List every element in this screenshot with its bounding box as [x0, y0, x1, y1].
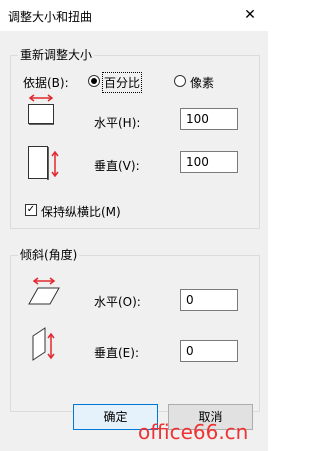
resize-vertical-input[interactable]: 100: [180, 151, 238, 173]
resize-vertical-icon: [28, 146, 59, 180]
watermark: office66.cn: [138, 420, 249, 444]
by-label: 依据(B):: [23, 76, 69, 90]
resize-horizontal-input[interactable]: 100: [180, 108, 238, 130]
resize-group-legend: 重新调整大小: [18, 46, 95, 63]
percent-radio-dot: [91, 78, 97, 84]
skew-vertical-icon: [32, 327, 55, 361]
dialog-body: 重新调整大小 依据(B): 百分比 像素 水平(H): 100 垂直(V): 1…: [0, 31, 268, 451]
resize-horizontal-icon: [28, 94, 54, 125]
percent-radio[interactable]: [88, 75, 100, 87]
keep-ratio-checkbox[interactable]: ✓: [25, 204, 37, 216]
close-button[interactable]: ✕: [238, 3, 262, 27]
skew-vertical-input[interactable]: 0: [180, 340, 238, 362]
resize-vertical-label: 垂直(V):: [94, 159, 140, 173]
keep-ratio-label[interactable]: 保持纵横比(M): [41, 203, 121, 220]
skew-vertical-label: 垂直(E):: [94, 346, 139, 360]
title-bar: 调整大小和扭曲 ✕: [0, 0, 268, 31]
skew-horizontal-icon: [28, 277, 60, 305]
pixels-radio[interactable]: [174, 75, 186, 87]
window-title: 调整大小和扭曲: [8, 10, 93, 24]
resize-horizontal-label: 水平(H):: [94, 116, 141, 130]
skew-horizontal-input[interactable]: 0: [180, 289, 238, 311]
skew-horizontal-label: 水平(O):: [94, 295, 141, 309]
pixels-label[interactable]: 像素: [190, 74, 214, 91]
skew-group-legend: 倾斜(角度): [18, 246, 80, 263]
percent-label[interactable]: 百分比: [101, 72, 143, 93]
